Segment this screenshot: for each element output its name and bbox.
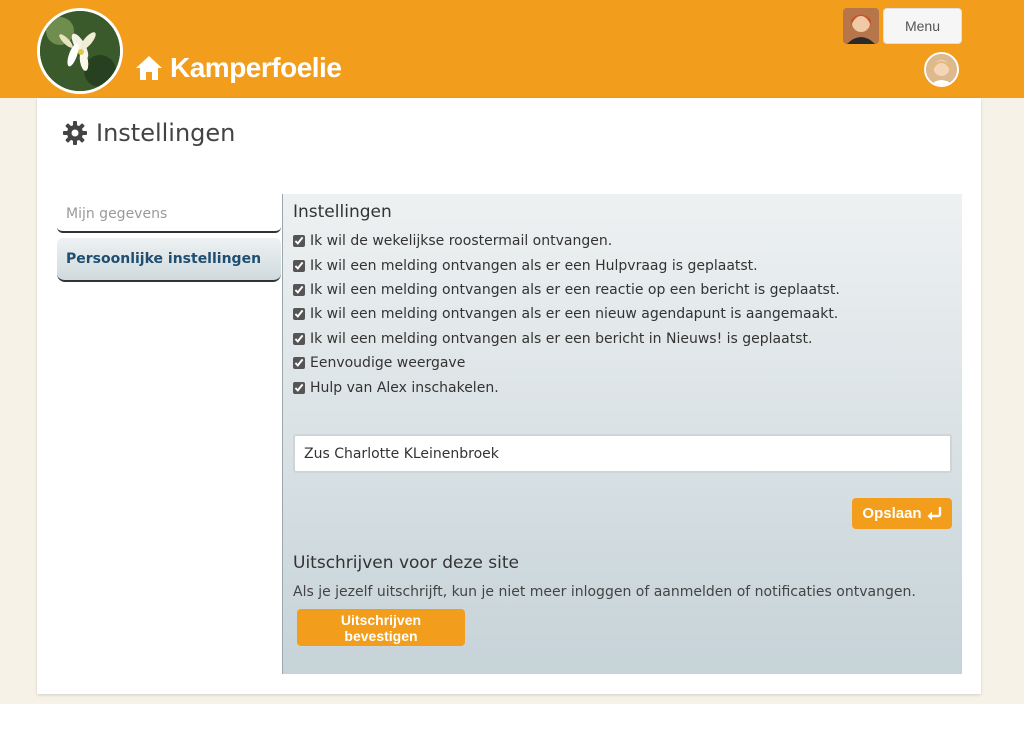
option-checkbox[interactable] xyxy=(293,284,305,296)
option-label: Eenvoudige weergave xyxy=(310,355,466,371)
option-checkbox[interactable] xyxy=(293,235,305,247)
option-label: Ik wil een melding ontvangen als er een … xyxy=(310,331,813,347)
option-label: Ik wil een melding ontvangen als er een … xyxy=(310,306,839,322)
page-title: Instellingen xyxy=(62,116,235,150)
option-hulpvraag[interactable]: Ik wil een melding ontvangen als er een … xyxy=(293,256,758,276)
unsubscribe-description: Als je jezelf uitschrijft, kun je niet m… xyxy=(293,584,916,600)
return-icon xyxy=(926,506,942,521)
site-logo[interactable] xyxy=(37,8,123,94)
settings-section-title: Instellingen xyxy=(293,202,392,222)
sidebar-item-label: Persoonlijke instellingen xyxy=(66,251,262,267)
menu-button[interactable]: Menu xyxy=(883,8,962,44)
option-roostermail[interactable]: Ik wil de wekelijkse roostermail ontvang… xyxy=(293,231,612,251)
option-checkbox[interactable] xyxy=(293,260,305,272)
unsubscribe-title: Uitschrijven voor deze site xyxy=(293,553,519,573)
unsubscribe-confirm-button[interactable]: Uitschrijven bevestigen xyxy=(297,609,465,646)
gear-icon xyxy=(62,120,88,146)
top-bar: Kamperfoelie Menu xyxy=(0,0,1024,98)
option-label: Ik wil een melding ontvangen als er een … xyxy=(310,258,758,274)
option-reactie[interactable]: Ik wil een melding ontvangen als er een … xyxy=(293,280,840,300)
assistant-avatar[interactable] xyxy=(924,52,959,87)
option-label: Ik wil de wekelijkse roostermail ontvang… xyxy=(310,233,613,249)
display-name-input[interactable] xyxy=(293,434,952,473)
save-button[interactable]: Opslaan xyxy=(852,498,952,529)
home-icon xyxy=(134,54,164,82)
sidebar-item-persoonlijke-instellingen[interactable]: Persoonlijke instellingen xyxy=(57,238,281,282)
option-nieuws[interactable]: Ik wil een melding ontvangen als er een … xyxy=(293,329,812,349)
page-title-text: Instellingen xyxy=(96,119,236,147)
option-label: Hulp van Alex inschakelen. xyxy=(310,380,499,396)
user-avatar[interactable] xyxy=(843,8,879,44)
option-checkbox[interactable] xyxy=(293,308,305,320)
sidebar-item-label: Mijn gegevens xyxy=(66,206,168,222)
option-hulp-alex[interactable]: Hulp van Alex inschakelen. xyxy=(293,378,499,398)
option-label: Ik wil een melding ontvangen als er een … xyxy=(310,282,840,298)
site-title-link[interactable]: Kamperfoelie xyxy=(134,50,342,86)
sidebar-item-mijn-gegevens[interactable]: Mijn gegevens xyxy=(57,197,281,233)
option-checkbox[interactable] xyxy=(293,357,305,369)
option-checkbox[interactable] xyxy=(293,333,305,345)
save-button-label: Opslaan xyxy=(862,505,922,522)
site-title-text: Kamperfoelie xyxy=(170,52,342,83)
option-agendapunt[interactable]: Ik wil een melding ontvangen als er een … xyxy=(293,304,838,324)
option-checkbox[interactable] xyxy=(293,382,305,394)
option-eenvoudige-weergave[interactable]: Eenvoudige weergave xyxy=(293,353,465,373)
